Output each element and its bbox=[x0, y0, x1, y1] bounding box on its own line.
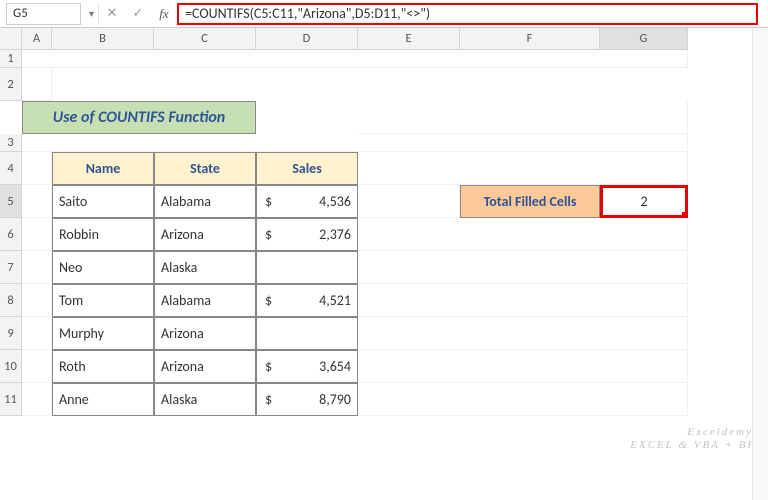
table-cell-sales[interactable]: $3,654 bbox=[256, 350, 358, 383]
col-header-c[interactable]: C bbox=[154, 28, 256, 50]
select-all-corner[interactable] bbox=[0, 28, 22, 50]
formula-bar: G5 ▾ ✕ ✓ fx =COUNTIFS(C5:C11,"Arizona",D… bbox=[0, 0, 768, 28]
col-header-a[interactable]: A bbox=[22, 28, 52, 50]
col-header-b[interactable]: B bbox=[52, 28, 154, 50]
table-cell-sales[interactable] bbox=[256, 317, 358, 350]
row-header-9[interactable]: 9 bbox=[0, 317, 22, 350]
column-headers-row: A B C D E F G bbox=[0, 28, 768, 50]
table-cell-sales[interactable]: $2,376 bbox=[256, 218, 358, 251]
formula-input[interactable]: =COUNTIFS(C5:C11,"Arizona",D5:D11,"<>") bbox=[177, 3, 758, 25]
table-cell-state[interactable]: Alabama bbox=[154, 185, 256, 218]
table-cell-name[interactable]: Neo bbox=[52, 251, 154, 284]
table-cell-sales[interactable]: $8,790 bbox=[256, 383, 358, 416]
result-cell[interactable]: 2 bbox=[600, 185, 688, 218]
table-cell-state[interactable]: Alabama bbox=[154, 284, 256, 317]
worksheet-grid: 1 2 Use of COUNTIFS Function 3 4 Name St… bbox=[0, 50, 768, 416]
cell-empty[interactable] bbox=[358, 317, 688, 350]
cell-a8[interactable] bbox=[22, 284, 52, 317]
row-header-8[interactable]: 8 bbox=[0, 284, 22, 317]
col-header-e[interactable]: E bbox=[358, 28, 460, 50]
vertical-scrollbar[interactable] bbox=[752, 28, 768, 500]
cell-empty[interactable] bbox=[22, 134, 688, 152]
header-sales: Sales bbox=[256, 152, 358, 185]
row-header-4[interactable]: 4 bbox=[0, 152, 22, 185]
watermark-line2: EXCEL & VBA + BI bbox=[630, 439, 753, 452]
cell-empty[interactable] bbox=[358, 152, 688, 185]
header-name: Name bbox=[52, 152, 154, 185]
row-header-3[interactable]: 3 bbox=[0, 134, 22, 152]
table-cell-sales[interactable]: $4,536 bbox=[256, 185, 358, 218]
table-cell-name[interactable]: Anne bbox=[52, 383, 154, 416]
cell-empty[interactable] bbox=[358, 251, 688, 284]
sales-value: 3,654 bbox=[319, 358, 351, 375]
cell-a7[interactable] bbox=[22, 251, 52, 284]
table-cell-state[interactable]: Arizona bbox=[154, 350, 256, 383]
cell-a10[interactable] bbox=[22, 350, 52, 383]
table-cell-sales[interactable] bbox=[256, 251, 358, 284]
cell-e5[interactable] bbox=[358, 185, 460, 218]
col-header-f[interactable]: F bbox=[460, 28, 600, 50]
cell-empty[interactable] bbox=[358, 383, 688, 416]
table-cell-name[interactable]: Roth bbox=[52, 350, 154, 383]
name-box[interactable]: G5 bbox=[6, 3, 81, 25]
sales-value: 4,521 bbox=[319, 292, 351, 309]
confirm-icon[interactable]: ✓ bbox=[125, 3, 151, 25]
row-header-10[interactable]: 10 bbox=[0, 350, 22, 383]
table-cell-name[interactable]: Robbin bbox=[52, 218, 154, 251]
sales-value: 8,790 bbox=[319, 391, 351, 408]
result-value: 2 bbox=[640, 193, 647, 210]
table-cell-name[interactable]: Murphy bbox=[52, 317, 154, 350]
fx-icon[interactable]: fx bbox=[151, 3, 177, 25]
watermark-line1: Exceldemy bbox=[630, 426, 753, 439]
sales-value: 2,376 bbox=[319, 226, 351, 243]
cell-a9[interactable] bbox=[22, 317, 52, 350]
table-cell-sales[interactable]: $4,521 bbox=[256, 284, 358, 317]
table-cell-name[interactable]: Tom bbox=[52, 284, 154, 317]
table-cell-state[interactable]: Alaska bbox=[154, 383, 256, 416]
watermark: Exceldemy EXCEL & VBA + BI bbox=[630, 426, 753, 452]
cancel-icon[interactable]: ✕ bbox=[99, 3, 125, 25]
cell-a4[interactable] bbox=[22, 152, 52, 185]
title-banner: Use of COUNTIFS Function bbox=[22, 101, 256, 134]
header-state: State bbox=[154, 152, 256, 185]
fill-handle[interactable] bbox=[682, 212, 688, 218]
cell-empty[interactable] bbox=[358, 218, 688, 251]
cell-empty[interactable] bbox=[358, 350, 688, 383]
total-filled-label: Total Filled Cells bbox=[460, 185, 600, 218]
table-cell-name[interactable]: Saito bbox=[52, 185, 154, 218]
row-header-7[interactable]: 7 bbox=[0, 251, 22, 284]
col-header-d[interactable]: D bbox=[256, 28, 358, 50]
table-cell-state[interactable]: Arizona bbox=[154, 317, 256, 350]
cell-a11[interactable] bbox=[22, 383, 52, 416]
cell-a5[interactable] bbox=[22, 185, 52, 218]
row-header-5[interactable]: 5 bbox=[0, 185, 22, 218]
cell-a2[interactable] bbox=[22, 68, 52, 101]
cell-a6[interactable] bbox=[22, 218, 52, 251]
name-box-dropdown[interactable]: ▾ bbox=[85, 3, 99, 25]
row-header-1[interactable]: 1 bbox=[0, 50, 22, 68]
col-header-g[interactable]: G bbox=[600, 28, 688, 50]
sales-value: 4,536 bbox=[319, 193, 351, 210]
cell-empty[interactable] bbox=[358, 284, 688, 317]
cell-empty[interactable] bbox=[22, 50, 688, 68]
cell-empty[interactable] bbox=[358, 101, 688, 134]
table-cell-state[interactable]: Alaska bbox=[154, 251, 256, 284]
row-header-11[interactable]: 11 bbox=[0, 383, 22, 416]
row-header-2[interactable]: 2 bbox=[0, 68, 22, 101]
row-header-6[interactable]: 6 bbox=[0, 218, 22, 251]
table-cell-state[interactable]: Arizona bbox=[154, 218, 256, 251]
